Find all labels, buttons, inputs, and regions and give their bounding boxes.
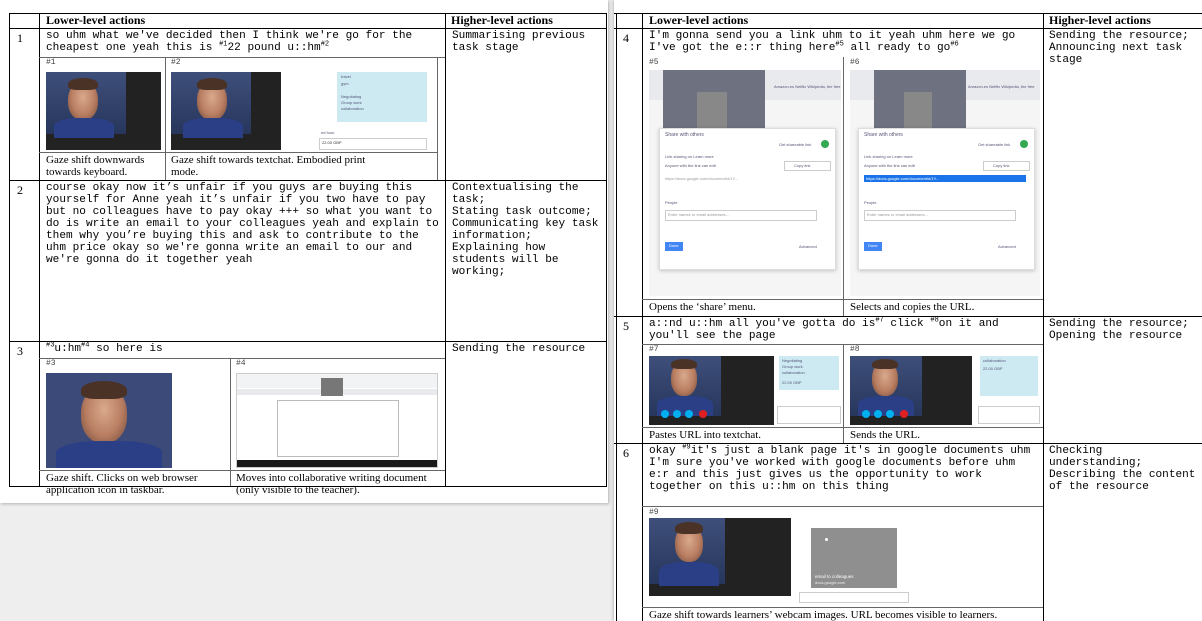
row-transcript: I'm gonna send you a link uhm to it yeah… <box>649 30 1022 54</box>
share-dialog-screenshot-5: Amazon.es Netflix Wikipedia, the free Sh… <box>649 70 841 296</box>
row-higher-actions: Sending the resource; Opening the resour… <box>1049 318 1189 342</box>
row-transcript: so uhm what we've decided then I think w… <box>46 30 419 54</box>
google-docs-screenshot-4 <box>236 373 438 468</box>
webcam-screenshot-3 <box>46 373 172 468</box>
image-caption: Gaze shift towards textchat. Embodied pr… <box>171 154 366 178</box>
image-label: #8 <box>850 345 860 354</box>
image-caption: Selects and copies the URL. <box>850 301 975 313</box>
webcam-screenshot-1 <box>46 72 161 150</box>
image-label: #6 <box>850 58 860 67</box>
right-page: Lower-level actions Higher-level actions… <box>614 0 1202 621</box>
image-label: #2 <box>171 58 181 67</box>
image-caption: Gaze shift. Clicks on web browser applic… <box>46 472 198 496</box>
header-lower: Lower-level actions <box>649 13 749 27</box>
image-caption: Moves into collaborative writing documen… <box>236 472 427 496</box>
row-transcript: course okay now it’s unfair if you guys … <box>46 182 446 266</box>
row-higher-actions: Checking understanding; Describing the c… <box>1049 445 1196 493</box>
image-label: #5 <box>649 58 659 67</box>
row-transcript: okay #9it's just a blank page it's in go… <box>649 443 1037 493</box>
image-caption: Pastes URL into textchat. <box>649 429 762 441</box>
webcam-chat-screenshot-8: collaboration 22.00 GBP <box>850 356 1040 425</box>
image-label: #7 <box>649 345 659 354</box>
image-label: #4 <box>236 359 246 368</box>
image-label: #3 <box>46 359 56 368</box>
webcam-preview-screenshot-9: email to colleagues docs.google.com <box>649 518 909 604</box>
webcam-chat-screenshot-7: Negotiating Group work collaboration 22.… <box>649 356 841 425</box>
image-label: #9 <box>649 508 659 517</box>
image-caption: Gaze shift towards learners’ webcam imag… <box>649 609 998 621</box>
share-dialog-screenshot-6: Amazon.es Netflix Wikipedia, the free Sh… <box>850 70 1040 296</box>
row-transcript: #3u:hm#4 so here is <box>46 341 163 355</box>
row-number: 1 <box>17 31 23 45</box>
row-higher-actions: Sending the resource; Announcing next ta… <box>1049 30 1189 66</box>
row-transcript: a::nd u::hm all you've gotta do is#7 cli… <box>649 316 1006 342</box>
row-higher-actions: Sending the resource <box>452 343 586 355</box>
row-higher-actions: Summarising previous task stage <box>452 30 592 54</box>
left-page: Lower-level actions Higher-level actions… <box>0 0 608 503</box>
header-lower: Lower-level actions <box>46 13 146 27</box>
row-number: 5 <box>623 319 629 333</box>
image-caption: Opens the ‘share’ menu. <box>649 301 756 313</box>
row-number: 2 <box>17 183 23 197</box>
header-higher: Higher-level actions <box>1049 13 1151 27</box>
image-caption: Sends the URL. <box>850 429 920 441</box>
image-label: #1 <box>46 58 56 67</box>
row-higher-actions: Contextualising the task; Stating task o… <box>452 182 599 278</box>
header-higher: Higher-level actions <box>451 13 553 27</box>
row-number: 4 <box>623 31 629 45</box>
row-number: 6 <box>623 446 629 460</box>
row-number: 3 <box>17 344 23 358</box>
image-caption: Gaze shift downwards towards keyboard. <box>46 154 145 178</box>
webcam-chat-screenshot-2: travel gym Negotiating Group work collab… <box>171 72 433 150</box>
